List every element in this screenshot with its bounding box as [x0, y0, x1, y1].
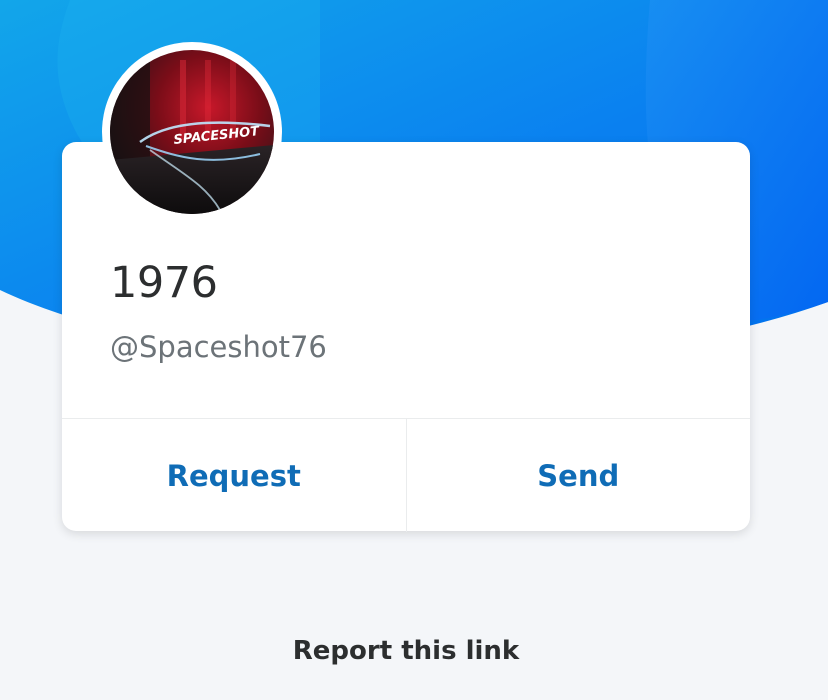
username: @Spaceshot76 [110, 330, 327, 364]
display-name: 1976 [110, 258, 218, 308]
avatar-graphic: SPACESHOT [110, 50, 274, 214]
card-actions: Request Send [62, 418, 750, 532]
report-link[interactable]: Report this link [0, 636, 812, 666]
request-button[interactable]: Request [62, 419, 407, 532]
send-button[interactable]: Send [407, 419, 751, 532]
avatar: SPACESHOT [102, 42, 282, 222]
avatar-image: SPACESHOT [110, 50, 274, 214]
